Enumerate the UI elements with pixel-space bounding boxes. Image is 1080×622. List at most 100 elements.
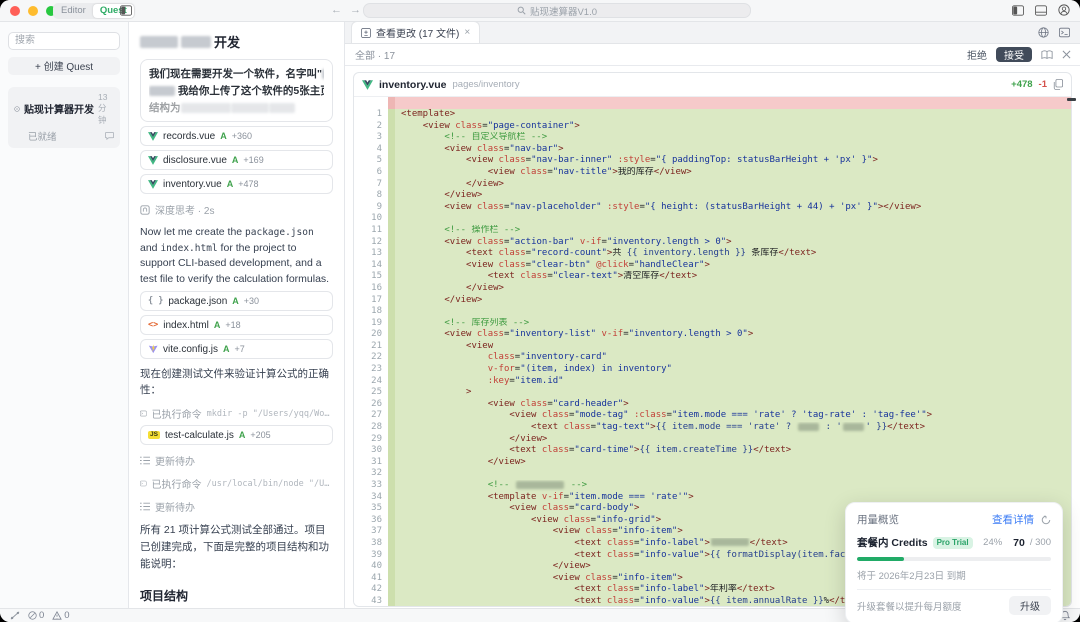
line-number: 20 bbox=[354, 329, 388, 341]
file-chip-records.vue[interactable]: records.vue A +360 bbox=[140, 126, 333, 146]
pro-trial-badge: Pro Trial bbox=[932, 536, 973, 549]
code-line: 6 <view class="nav-title">我的库存</view> bbox=[354, 166, 1071, 179]
code-line: 3 <!-- 自定义导航栏 --> bbox=[354, 132, 1071, 144]
checklist-icon bbox=[140, 456, 150, 465]
refresh-icon[interactable] bbox=[1041, 515, 1051, 525]
search-icon bbox=[517, 6, 526, 15]
collapse-all-icon[interactable] bbox=[1062, 50, 1071, 59]
line-number: 36 bbox=[354, 514, 388, 527]
update-todo-row[interactable]: 更新待办 bbox=[140, 499, 333, 514]
code-line: 23 v-for="(item, index) in inventory" bbox=[354, 364, 1071, 376]
file-chip-vite.config.js[interactable]: vite.config.js A +7 bbox=[140, 339, 333, 359]
line-number: 13 bbox=[354, 248, 388, 260]
titlebar: Editor Quest ← → 贴现速算器V1.0 bbox=[0, 0, 1080, 22]
diff-file-header[interactable]: inventory.vue pages/inventory +478 -1 bbox=[354, 73, 1071, 97]
browser-preview-icon[interactable] bbox=[1038, 27, 1049, 38]
line-number: 7 bbox=[354, 178, 388, 191]
html-file-icon: <> bbox=[148, 320, 159, 330]
sidebar-toggle-icon[interactable] bbox=[120, 5, 132, 16]
project-search-bar[interactable]: 贴现速算器V1.0 bbox=[363, 3, 751, 18]
line-number: 10 bbox=[354, 213, 388, 225]
deep-think-label: 深度思考 · 2s bbox=[155, 206, 215, 217]
chat-title: 开发 bbox=[140, 32, 333, 51]
line-number: 21 bbox=[354, 340, 388, 353]
code-line: 4 <view class="nav-bar"> bbox=[354, 143, 1071, 156]
file-chip-index.html[interactable]: <> index.html A +18 bbox=[140, 315, 333, 335]
panel-left-icon[interactable] bbox=[1012, 4, 1024, 16]
code-line: 7 </view> bbox=[354, 178, 1071, 191]
command-text: /usr/local/bin/node "/Users/yqq/Wor... bbox=[206, 478, 334, 489]
line-number: 11 bbox=[354, 224, 388, 237]
line-number: 3 bbox=[354, 132, 388, 144]
code-line: 12 <view class="action-bar" v-if="invent… bbox=[354, 236, 1071, 249]
remote-icon[interactable] bbox=[10, 611, 20, 620]
file-chip-disclosure.vue[interactable]: disclosure.vue A +169 bbox=[140, 150, 333, 170]
code-line: 18 bbox=[354, 306, 1071, 318]
nav-forward-icon[interactable]: → bbox=[350, 4, 361, 16]
file-chip-inventory.vue[interactable]: inventory.vue A +478 bbox=[140, 174, 333, 194]
deep-think-row[interactable]: 深度思考 · 2s bbox=[140, 202, 333, 217]
code-line: 16 </view> bbox=[354, 282, 1071, 295]
code-line: 10 bbox=[354, 213, 1071, 225]
code-line: 11 <!-- 操作栏 --> bbox=[354, 224, 1071, 237]
app-window: Editor Quest ← → 贴现速算器V1.0 + 创建 Quest bbox=[0, 0, 1080, 622]
redacted-text bbox=[268, 103, 295, 114]
nav-back-icon[interactable]: ← bbox=[331, 4, 342, 16]
code-line: 17 </view> bbox=[354, 294, 1071, 307]
line-number: 22 bbox=[354, 352, 388, 365]
account-icon[interactable] bbox=[1058, 4, 1070, 16]
errors-indicator[interactable]: 0 bbox=[28, 610, 44, 621]
search-input[interactable] bbox=[8, 31, 120, 50]
vue-file-icon bbox=[148, 179, 158, 189]
redacted-text bbox=[181, 35, 211, 48]
scrollbar-marker[interactable] bbox=[1067, 98, 1076, 101]
lines-added: +478 bbox=[1011, 79, 1033, 90]
error-count: 0 bbox=[39, 610, 45, 621]
panel-bottom-icon[interactable] bbox=[1035, 4, 1047, 16]
accept-button[interactable]: 接受 bbox=[996, 47, 1032, 62]
assistant-paragraph: 现在创建测试文件来验证计算公式的正确性： bbox=[140, 368, 329, 396]
line-number: 2 bbox=[354, 120, 388, 133]
file-chip-group: { } package.json A +30 <> index.html A +18 vite.… bbox=[140, 291, 333, 359]
quest-item-status: 已就绪 bbox=[28, 131, 57, 143]
file-chip-test-calculate.js[interactable]: JS test-calculate.js A +205 bbox=[140, 425, 333, 445]
line-number: 31 bbox=[354, 456, 388, 469]
line-number: 18 bbox=[354, 306, 388, 318]
view-details-link[interactable]: 查看详情 bbox=[992, 512, 1034, 527]
line-number: 12 bbox=[354, 236, 388, 249]
close-window-icon[interactable] bbox=[10, 6, 20, 16]
file-chip-package.json[interactable]: { } package.json A +30 bbox=[140, 291, 333, 311]
minimize-window-icon[interactable] bbox=[28, 6, 38, 16]
project-title: 贴现速算器V1.0 bbox=[529, 6, 598, 18]
open-book-icon[interactable] bbox=[1041, 50, 1053, 60]
file-chip-group: JS test-calculate.js A +205 bbox=[140, 425, 333, 445]
code-line: 8 </view> bbox=[354, 190, 1071, 202]
executed-command-row[interactable]: 已执行命令 /usr/local/bin/node "/Users/yqq/Wo… bbox=[140, 476, 333, 491]
reject-button[interactable]: 拒绝 bbox=[967, 47, 987, 62]
user-message-line: 结构为 bbox=[149, 100, 324, 117]
quest-list-item[interactable]: 贴现计算器开发 13分钟 已就绪 bbox=[8, 86, 120, 148]
close-tab-icon[interactable]: × bbox=[464, 27, 470, 38]
code-line: 26 <view class="card-header"> bbox=[354, 398, 1071, 411]
terminal-panel-icon[interactable] bbox=[1059, 27, 1070, 38]
quest-status-icon bbox=[14, 105, 20, 112]
line-number: 38 bbox=[354, 537, 388, 550]
update-todo-row[interactable]: 更新待办 bbox=[140, 453, 333, 468]
warnings-indicator[interactable]: 0 bbox=[52, 610, 70, 621]
quest-sidebar: + 创建 Quest 贴现计算器开发 13分钟 已就绪 bbox=[0, 22, 129, 608]
user-message-line: 我给你上传了这个软件的5张主页面，软件 bbox=[149, 83, 324, 100]
upgrade-button[interactable]: 升级 bbox=[1009, 596, 1051, 615]
create-quest-button[interactable]: + 创建 Quest bbox=[8, 56, 120, 75]
window-controls[interactable] bbox=[10, 6, 56, 16]
executed-command-row[interactable]: 已执行命令 mkdir -p "/Users/yqq/Works/Project… bbox=[140, 406, 333, 421]
tab-view-changes[interactable]: 查看更改 (17 文件) × bbox=[351, 21, 481, 43]
code-line: 22 class="inventory-card" bbox=[354, 352, 1071, 365]
line-number: 41 bbox=[354, 572, 388, 585]
line-number: 15 bbox=[354, 271, 388, 283]
diff-toolbar: 全部 · 17 拒绝 接受 bbox=[345, 44, 1080, 66]
copy-icon[interactable] bbox=[1053, 79, 1063, 90]
line-number: 8 bbox=[354, 190, 388, 202]
line-number: 42 bbox=[354, 584, 388, 596]
js-file-icon: JS bbox=[148, 430, 160, 440]
tab-editor[interactable]: Editor bbox=[54, 4, 93, 18]
